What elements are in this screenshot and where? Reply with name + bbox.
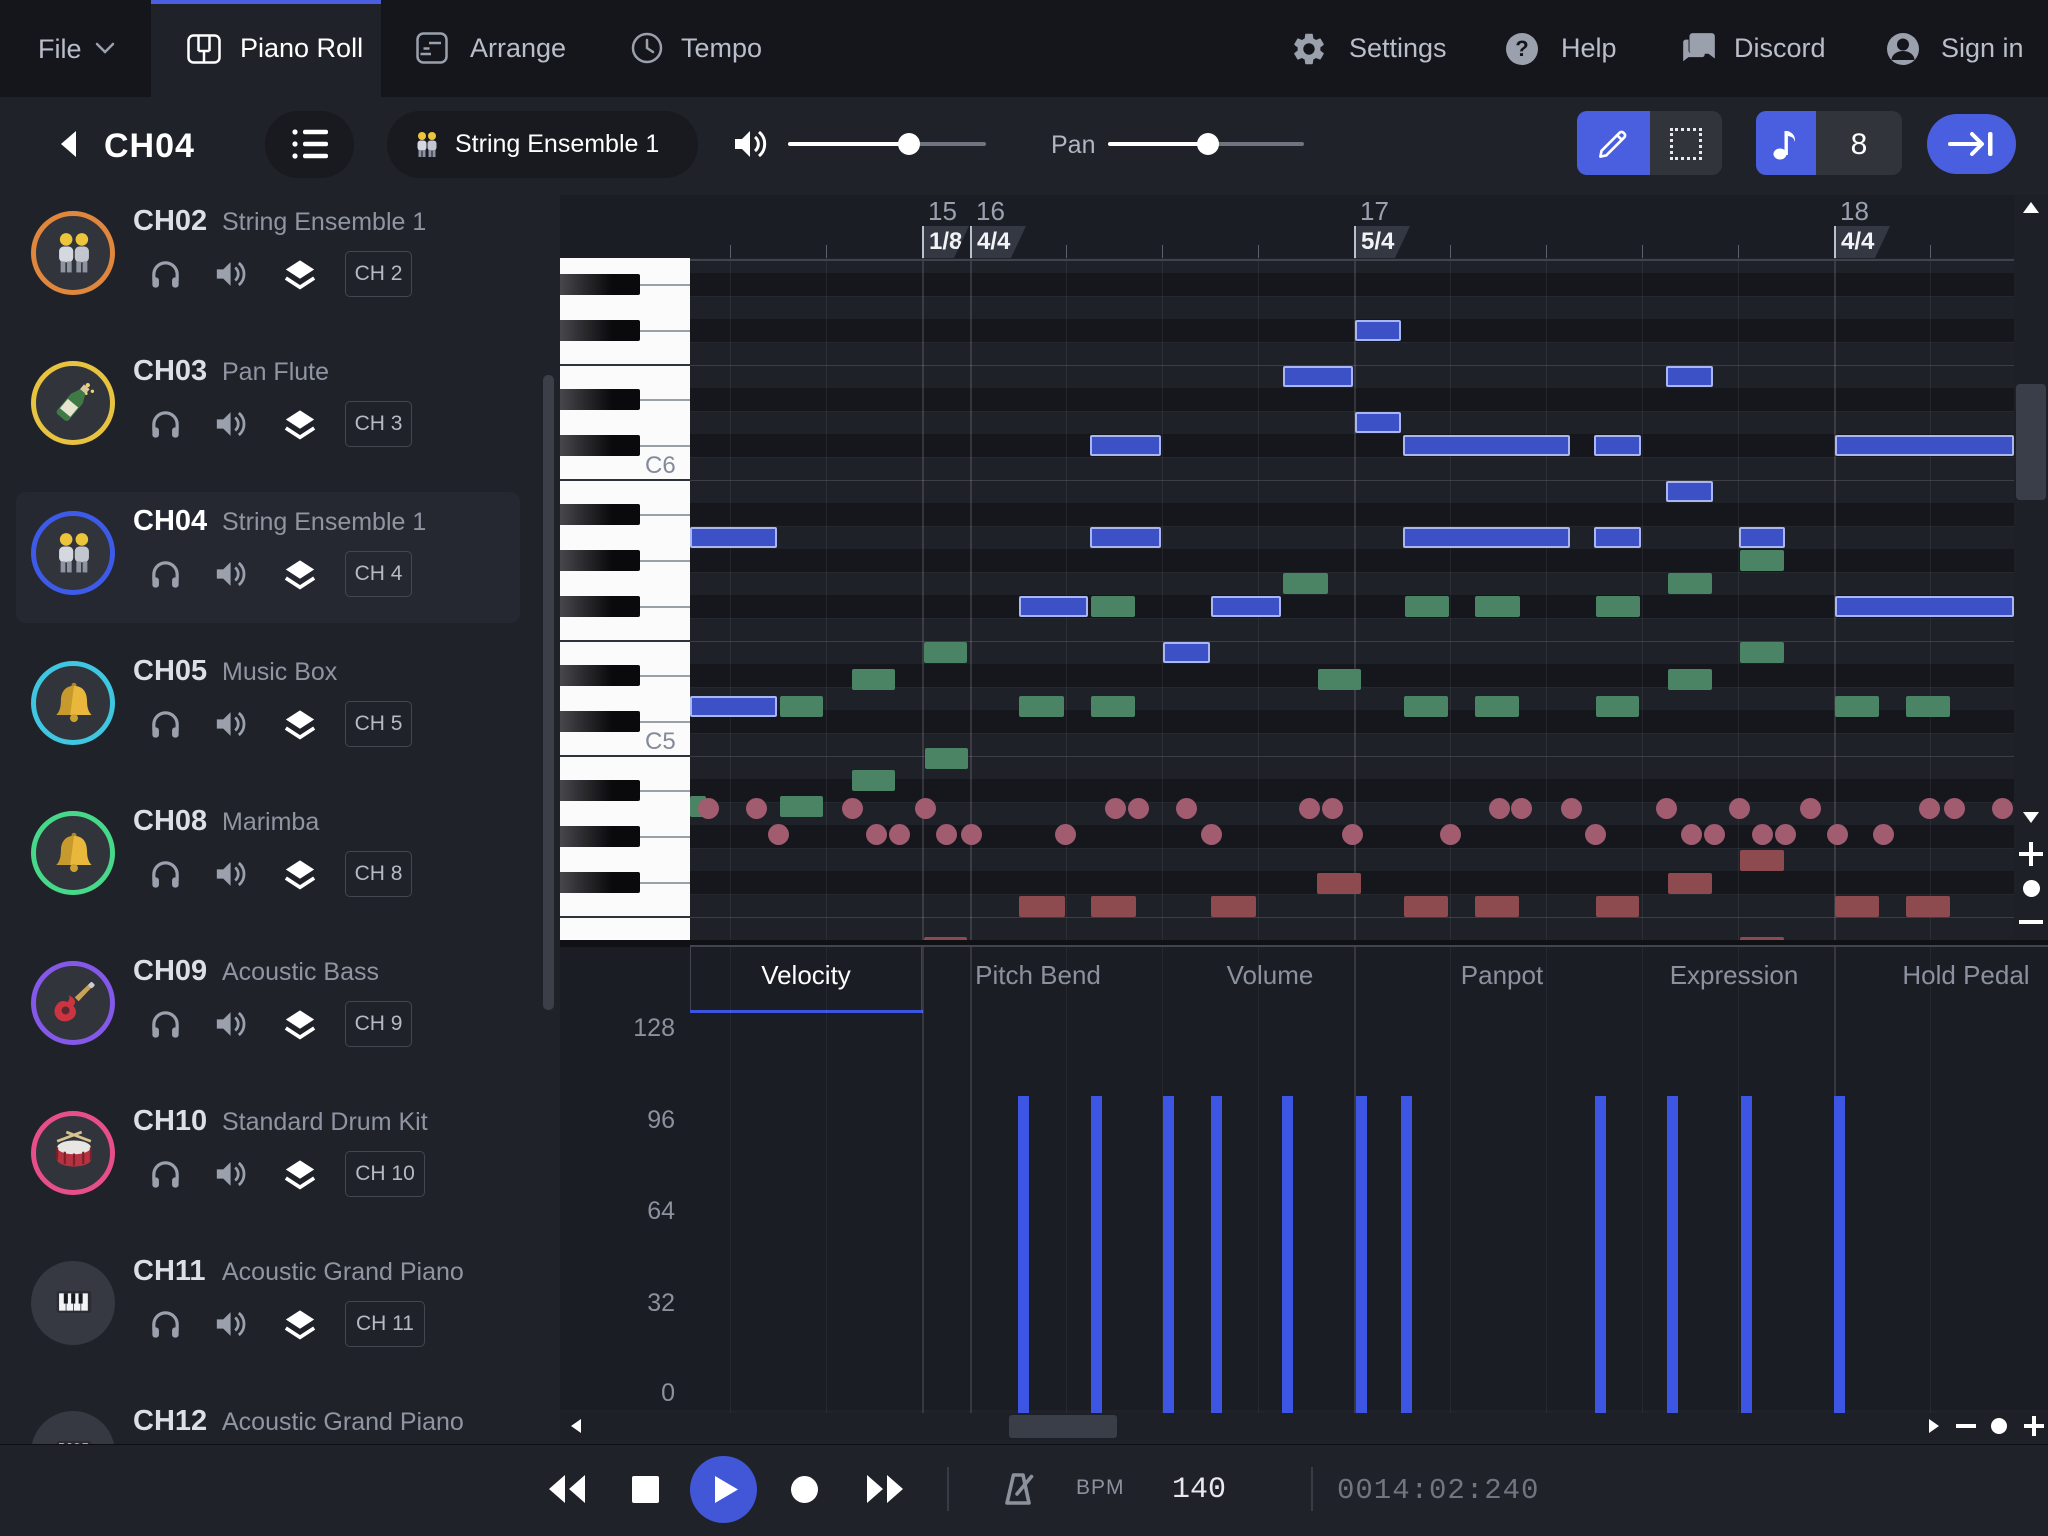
svg-text:?: ? [1515,36,1528,61]
